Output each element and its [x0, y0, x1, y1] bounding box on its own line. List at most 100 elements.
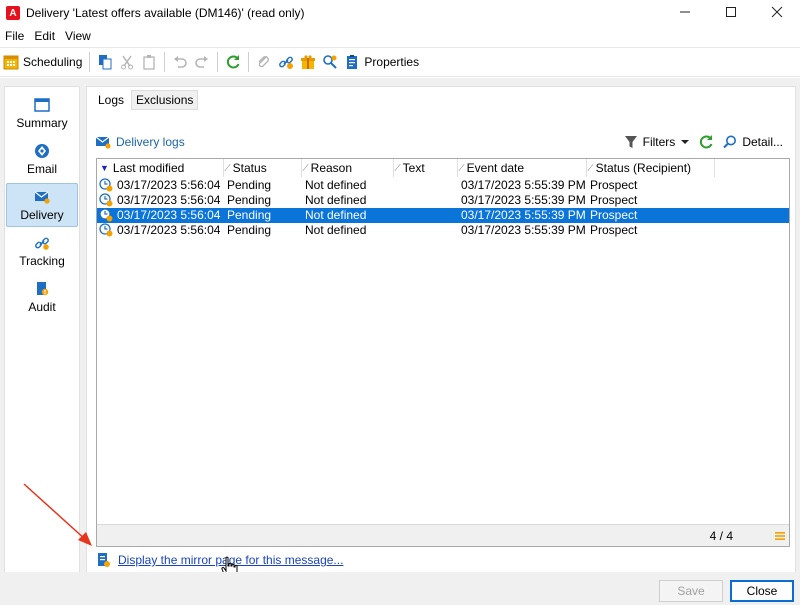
refresh-icon [227, 55, 240, 69]
offers-button[interactable] [297, 50, 319, 74]
paste-button[interactable] [138, 50, 160, 74]
column-label: Status [232, 161, 267, 175]
cell-status: Pending [227, 178, 272, 192]
app-logo-icon: A [6, 6, 20, 20]
sortable-icon: ∕ [227, 162, 229, 174]
link-icon [279, 56, 294, 69]
menu-edit[interactable]: Edit [29, 29, 60, 43]
minimize-icon [680, 11, 690, 13]
detail-button[interactable]: Detail... [722, 134, 783, 150]
undo-button[interactable] [169, 50, 191, 74]
column-label: Event date [466, 161, 525, 175]
properties-label: Properties [364, 55, 420, 69]
column-label: Last modified [112, 161, 185, 175]
scheduling-button[interactable]: Scheduling [0, 50, 85, 74]
grid-footer: 4 / 4 [97, 524, 789, 546]
sidebar-item-audit[interactable]: Audit [6, 275, 78, 319]
table-row[interactable]: 03/17/2023 5:56:04 ... Pending Not defin… [97, 193, 789, 208]
audience-button[interactable] [319, 50, 341, 74]
column-header-reason[interactable]: ∕ Reason [302, 159, 394, 177]
sortable-icon: ∕ [590, 162, 592, 174]
detail-label: Detail... [742, 135, 783, 149]
cell-reason: Not defined [305, 178, 367, 192]
column-header-status[interactable]: ∕ Status [224, 159, 302, 177]
window-title: Delivery 'Latest offers available (DM146… [26, 6, 305, 20]
menu-view[interactable]: View [60, 29, 96, 43]
cell-reason: Not defined [305, 223, 367, 237]
cell-recipient-status: Prospect [590, 193, 638, 207]
link-button[interactable] [275, 50, 297, 74]
content-panel: Logs Exclusions Delivery logs Filters De… [86, 86, 796, 574]
paperclip-icon [258, 56, 270, 68]
close-window-button[interactable] [754, 0, 800, 24]
sidebar-item-email[interactable]: Email [6, 137, 78, 181]
menu-file[interactable]: File [0, 29, 29, 43]
scheduling-label: Scheduling [23, 55, 83, 69]
cell-status: Pending [227, 223, 272, 237]
refresh-button[interactable] [222, 50, 244, 74]
cell-text [397, 178, 457, 193]
table-row-selected[interactable]: 03/17/2023 5:56:04 ... Pending Not defin… [97, 208, 789, 223]
table-row[interactable]: 03/17/2023 5:56:04 ... Pending Not defin… [97, 178, 789, 193]
close-button[interactable]: Close [730, 580, 794, 602]
annotation-arrow-icon [23, 483, 92, 546]
delivery-logs-title: Delivery logs [116, 135, 185, 149]
pending-clock-icon [99, 223, 113, 237]
cell-recipient-status: Prospect [590, 178, 638, 192]
cell-text [397, 208, 457, 223]
copy-button[interactable] [94, 50, 116, 74]
cell-event-date: 03/17/2023 5:55:39 PM [461, 178, 586, 192]
tab-exclusions[interactable]: Exclusions [131, 90, 199, 110]
cell-last-modified: 03/17/2023 5:56:04 ... [117, 223, 222, 237]
target-audience-icon [323, 55, 338, 69]
cell-last-modified: 03/17/2023 5:56:04 ... [117, 208, 222, 222]
refresh-logs-button[interactable] [698, 134, 714, 150]
logs-toolbar: Delivery logs Filters Detail... [95, 129, 789, 155]
magnifier-icon [723, 135, 737, 149]
redo-button[interactable] [191, 50, 213, 74]
cut-button[interactable] [116, 50, 138, 74]
tab-logs[interactable]: Logs [93, 90, 130, 110]
sidebar-item-label: Tracking [19, 253, 65, 268]
column-header-status-recipient[interactable]: ∕ Status (Recipient) [587, 159, 715, 177]
logs-grid: ▼ Last modified ∕ Status ∕ Reason ∕ Text… [96, 158, 790, 547]
sidebar-item-tracking[interactable]: Tracking [6, 229, 78, 273]
cell-reason: Not defined [305, 193, 367, 207]
properties-button[interactable]: Properties [341, 50, 422, 74]
sidebar-item-label: Audit [28, 299, 56, 314]
minimize-button[interactable] [662, 0, 708, 24]
summary-icon [34, 97, 50, 112]
cell-text [397, 223, 457, 238]
dialog-button-bar: Save Close [0, 572, 800, 605]
cell-recipient-status: Prospect [590, 208, 638, 222]
cell-status: Pending [227, 208, 272, 222]
filters-button[interactable]: Filters [623, 134, 691, 150]
column-header-text[interactable]: ∕ Text [394, 159, 458, 177]
menu-bar: File Edit View [0, 26, 800, 46]
logs-toolbar-actions: Filters Detail... [615, 134, 783, 150]
filter-icon [624, 136, 637, 148]
table-row[interactable]: 03/17/2023 5:56:04 ... Pending Not defin… [97, 223, 789, 238]
sortable-icon: ∕ [397, 162, 399, 174]
list-options-icon[interactable] [775, 531, 785, 541]
sidebar-item-summary[interactable]: Summary [6, 91, 78, 135]
save-button[interactable]: Save [659, 580, 723, 602]
toolbar-separator [217, 52, 219, 72]
maximize-button[interactable] [708, 0, 754, 24]
cell-event-date: 03/17/2023 5:55:39 PM [461, 193, 586, 207]
sidebar-item-label: Summary [16, 115, 68, 130]
clipboard-icon [143, 55, 156, 70]
audit-icon [37, 281, 49, 295]
delivery-logs-header[interactable]: Delivery logs [95, 134, 185, 150]
sidebar-item-delivery[interactable]: Delivery [6, 183, 78, 227]
attachment-button[interactable] [253, 50, 275, 74]
maximize-icon [726, 7, 736, 17]
sidebar-item-label: Delivery [20, 207, 64, 222]
column-header-last-modified[interactable]: ▼ Last modified [97, 159, 224, 177]
properties-icon [347, 55, 358, 69]
tab-bar: Logs Exclusions [93, 90, 199, 110]
scissors-icon [121, 55, 134, 70]
toolbar-separator [164, 52, 166, 72]
column-header-event-date[interactable]: ∕ Event date [458, 159, 587, 177]
cell-reason: Not defined [305, 208, 367, 222]
